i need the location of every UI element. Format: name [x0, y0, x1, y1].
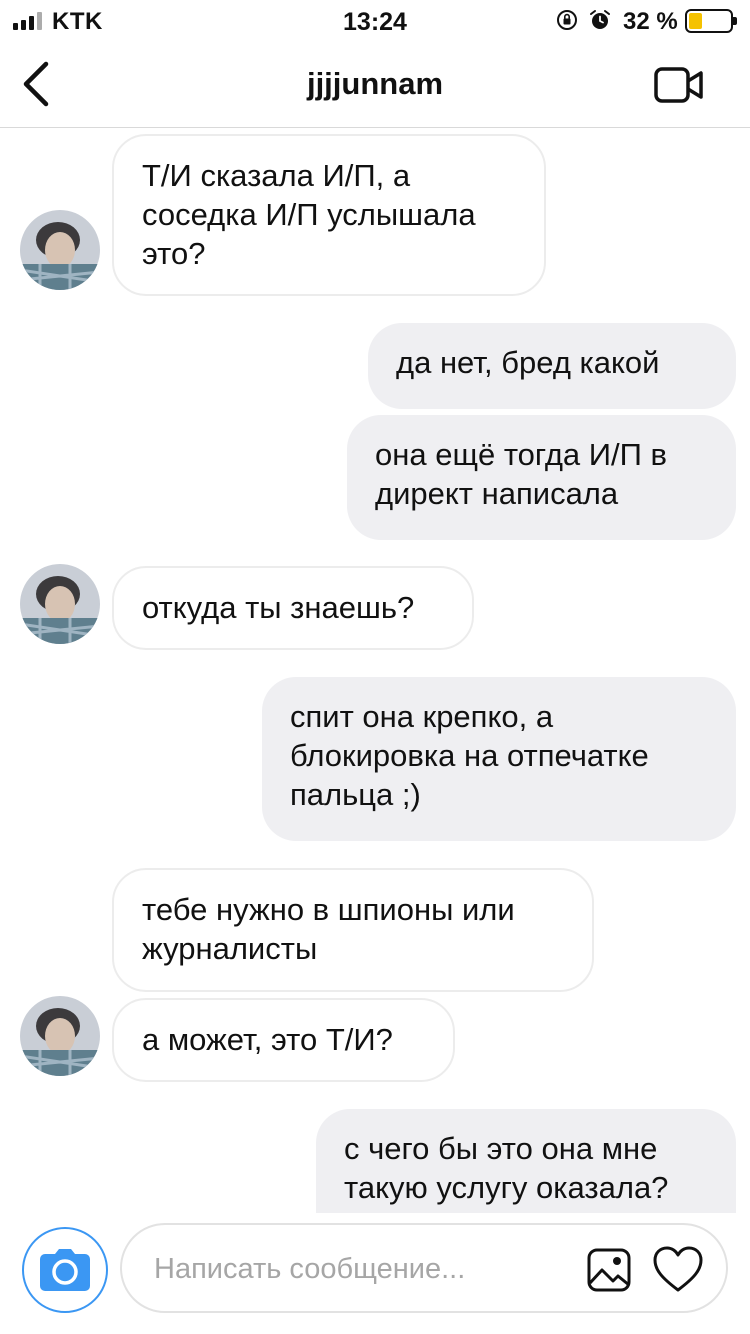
heart-icon[interactable]: [652, 1245, 704, 1295]
battery-level: [689, 13, 702, 29]
avatar[interactable]: [20, 210, 100, 290]
message-bubble-incoming[interactable]: тебе нужно в шпионы или журналисты: [112, 868, 594, 992]
rotation-lock-icon: [557, 10, 577, 30]
video-call-icon: [654, 67, 703, 103]
message-bubble-outgoing[interactable]: она ещё тогда И/П в директ написала: [347, 415, 736, 540]
chat-header: jjjjunnam: [0, 42, 750, 128]
battery-icon: [685, 9, 737, 33]
camera-button[interactable]: [22, 1227, 108, 1313]
message-text: да нет, бред какой: [396, 345, 660, 380]
message-text: откуда ты знаешь?: [142, 590, 415, 625]
video-call-button[interactable]: [648, 60, 710, 110]
message-bubble-incoming[interactable]: а может, это Т/И?: [112, 998, 455, 1082]
message-composer: [0, 1213, 750, 1334]
message-bubble-outgoing[interactable]: с чего бы это она мне такую услугу оказа…: [316, 1109, 736, 1213]
message-thread[interactable]: Т/И сказала И/П, а соседка И/П услышала …: [0, 128, 750, 1213]
avatar[interactable]: [20, 564, 100, 644]
message-bubble-outgoing[interactable]: спит она крепко, а блокировка на отпечат…: [262, 677, 736, 841]
gallery-icon[interactable]: [586, 1247, 632, 1293]
message-text: а может, это Т/И?: [142, 1022, 393, 1057]
message-bubble-incoming[interactable]: Т/И сказала И/П, а соседка И/П услышала …: [112, 134, 546, 296]
message-text: Т/И сказала И/П, а соседка И/П услышала …: [142, 158, 476, 271]
status-bar: KTK 13:24 32 %: [0, 0, 750, 42]
message-text: спит она крепко, а блокировка на отпечат…: [290, 699, 649, 812]
message-text: с чего бы это она мне такую услугу оказа…: [344, 1131, 669, 1205]
avatar[interactable]: [20, 996, 100, 1076]
camera-icon: [40, 1249, 90, 1291]
message-input-container: [120, 1223, 728, 1313]
message-bubble-outgoing[interactable]: да нет, бред какой: [368, 323, 736, 409]
message-text: тебе нужно в шпионы или журналисты: [142, 892, 515, 966]
message-input[interactable]: [154, 1249, 574, 1289]
message-text: она ещё тогда И/П в директ написала: [375, 437, 668, 511]
alarm-icon: [590, 10, 610, 29]
battery-percent: 32 %: [623, 8, 678, 35]
message-bubble-incoming[interactable]: откуда ты знаешь?: [112, 566, 474, 650]
chat-username[interactable]: jjjjunnam: [0, 66, 750, 102]
